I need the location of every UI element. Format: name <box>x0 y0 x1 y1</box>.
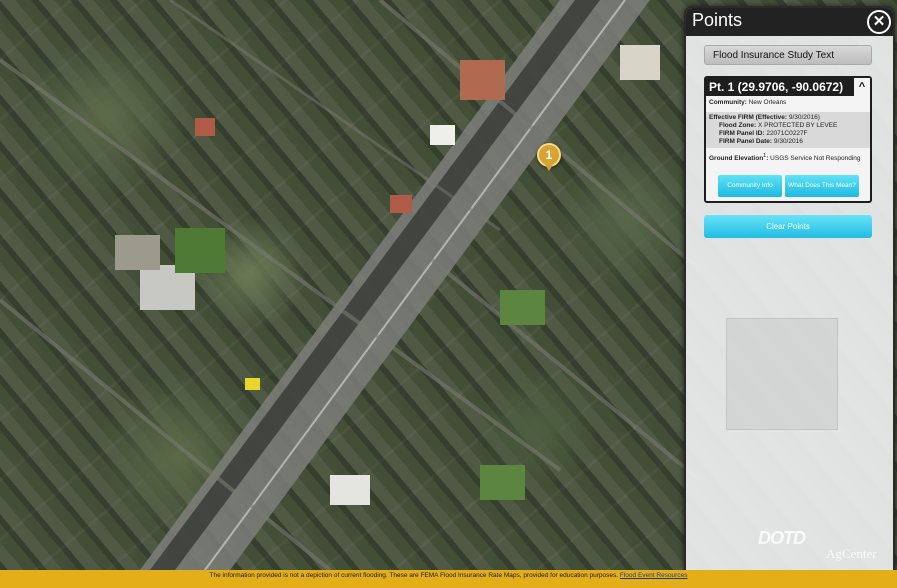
disclaimer-text: The information provided is not a depict… <box>209 572 619 579</box>
what-does-this-mean-button[interactable]: What Does This Mean? <box>785 175 859 197</box>
agcenter-logo: AgCenter <box>826 546 877 561</box>
flood-zone-label: Flood Zone: <box>719 122 757 129</box>
effective-firm-label: Effective FIRM (Effective: <box>709 114 788 121</box>
building <box>330 475 370 505</box>
flood-event-resources-link[interactable]: Flood Event Resources <box>620 572 688 579</box>
firm-panel-id-label: FIRM Panel ID: <box>719 130 765 137</box>
park <box>175 228 225 273</box>
community-info-button[interactable]: Community Info <box>718 175 782 197</box>
building <box>620 45 660 80</box>
clear-points-button[interactable]: Clear Points <box>704 215 872 238</box>
close-icon[interactable]: ✕ <box>867 10 891 34</box>
point-card-header[interactable]: Pt. 1 (29.9706, -90.0672) ^ <box>706 78 870 96</box>
firm-section: Effective FIRM (Effective: 9/30/2016) Fl… <box>706 112 870 148</box>
building <box>195 118 215 136</box>
building <box>245 378 260 390</box>
building <box>390 195 412 213</box>
disclaimer-footer: The information provided is not a depict… <box>0 570 897 588</box>
dotd-logo: DOTD <box>758 528 806 548</box>
building <box>460 60 505 100</box>
building <box>430 125 455 145</box>
highway-shadow <box>150 0 600 570</box>
community-label: Community: <box>709 99 747 106</box>
point-card-body: Community: New Orleans Effective FIRM (E… <box>706 96 870 166</box>
park <box>500 290 545 325</box>
panel-background-map <box>726 318 838 430</box>
chevron-up-icon[interactable]: ^ <box>854 78 870 96</box>
panel-title: Points <box>692 10 743 30</box>
highway-lane <box>204 0 626 570</box>
street <box>169 0 501 232</box>
flood-zone-value: X PROTECTED BY LEVEE <box>758 122 838 129</box>
flood-insurance-study-button[interactable]: Flood Insurance Study Text <box>704 45 872 65</box>
firm-panel-date-value: 9/30/2016 <box>773 138 803 145</box>
panel-header: Points ✕ <box>686 8 893 36</box>
park <box>480 465 525 500</box>
street <box>418 248 702 482</box>
points-panel: Points ✕ Flood Insurance Study Text Pt. … <box>684 6 895 580</box>
ground-elevation-label: Ground Elevation <box>709 155 764 163</box>
point-card-title: Pt. 1 (29.9706, -90.0672) <box>709 80 844 94</box>
ground-elevation-value: USGS Service Not Responding <box>770 155 861 163</box>
ground-elevation-row: Ground Elevation1: USGS Service Not Resp… <box>709 153 861 163</box>
community-value: New Orleans <box>748 99 787 106</box>
firm-panel-id-value: 22071C0227F <box>766 130 808 137</box>
point-marker-tail <box>544 163 554 171</box>
firm-panel-date-label: FIRM Panel Date: <box>719 138 773 145</box>
building <box>115 235 160 270</box>
effective-firm-date: 9/30/2016) <box>788 114 820 121</box>
point-card: Pt. 1 (29.9706, -90.0672) ^ Community: N… <box>704 76 872 203</box>
community-row: Community: New Orleans <box>709 99 867 107</box>
